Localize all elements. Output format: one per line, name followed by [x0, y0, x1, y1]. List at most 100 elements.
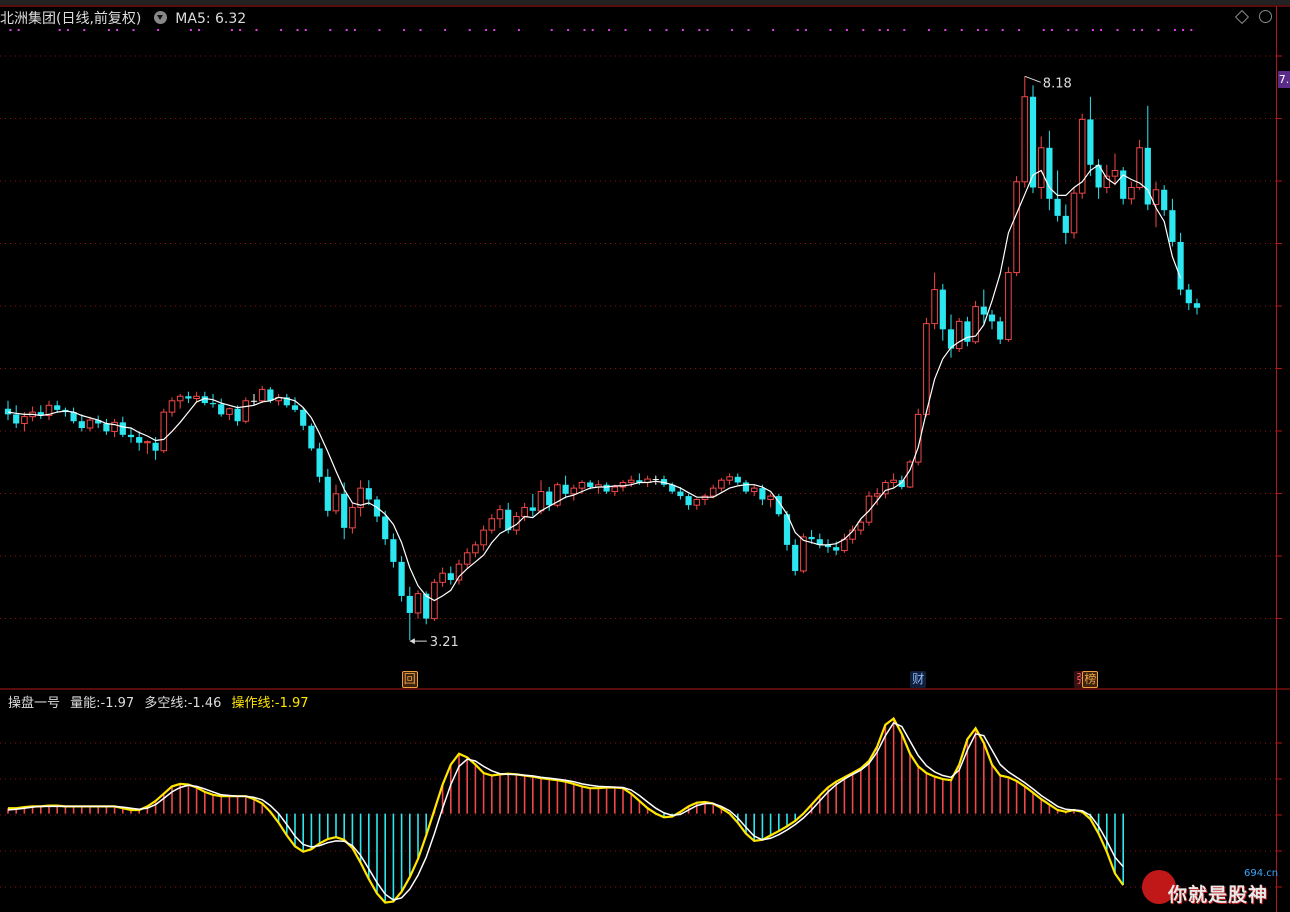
- candle-body: [13, 414, 20, 424]
- candle-body: [300, 409, 307, 426]
- event-dot: [9, 29, 12, 31]
- event-dot: [444, 29, 447, 31]
- indicator-panel[interactable]: [7, 716, 1125, 904]
- candle: [316, 442, 323, 483]
- event-dot: [157, 29, 160, 31]
- ma-settings-button[interactable]: [153, 11, 167, 24]
- candle-body: [136, 437, 143, 443]
- candle-body: [242, 400, 250, 422]
- candle-body: [1087, 119, 1094, 165]
- candle-body: [160, 411, 168, 452]
- candle: [382, 510, 389, 545]
- event-dot: [1042, 29, 1045, 31]
- event-dot: [1100, 29, 1103, 31]
- event-dot: [17, 29, 20, 31]
- event-dot: [591, 29, 594, 31]
- candle: [644, 475, 651, 488]
- candle-body: [406, 595, 413, 613]
- candle-body: [562, 484, 569, 494]
- candle-body: [103, 423, 110, 432]
- candle-body: [923, 323, 930, 415]
- event-dot: [862, 29, 865, 31]
- candle: [168, 397, 176, 417]
- candle: [4, 400, 12, 421]
- event-dot: [1091, 29, 1094, 31]
- candle-body: [1070, 192, 1078, 234]
- candle-body: [997, 321, 1004, 340]
- candle-body: [111, 421, 118, 432]
- candle-body: [578, 481, 586, 489]
- candle: [988, 310, 996, 330]
- candle: [1005, 266, 1012, 342]
- circle-icon[interactable]: [1259, 10, 1272, 23]
- candle-body: [759, 488, 766, 500]
- candle-body: [677, 491, 684, 497]
- candle-body: [176, 395, 184, 402]
- candle-body: [611, 486, 619, 493]
- candle: [103, 418, 110, 435]
- candle: [62, 407, 69, 417]
- candle-body: [267, 389, 274, 401]
- candle-body: [833, 547, 840, 551]
- candle: [964, 316, 971, 347]
- event-tag[interactable]: 财: [910, 671, 927, 688]
- candle: [1111, 153, 1119, 186]
- event-dot: [665, 29, 668, 31]
- event-dot: [1067, 29, 1070, 31]
- event-dot: [706, 29, 709, 31]
- event-dots-row: [9, 29, 1193, 31]
- candle: [144, 440, 151, 455]
- candle-body: [398, 561, 405, 596]
- candle: [685, 493, 692, 510]
- event-tag[interactable]: 榜: [1082, 671, 1099, 688]
- event-dot: [960, 29, 963, 31]
- candle-body: [1161, 189, 1168, 211]
- candle: [1169, 198, 1176, 247]
- chart-stage: 8.18 3.21: [0, 5, 1290, 912]
- event-tag[interactable]: 回: [401, 671, 418, 688]
- candle: [218, 398, 225, 417]
- candle: [234, 405, 241, 426]
- watermark: 694.cn 你就是股神: [1142, 864, 1290, 912]
- candle-body: [603, 484, 610, 492]
- candle: [1029, 85, 1037, 194]
- candle-body: [750, 487, 758, 493]
- event-dot: [1173, 29, 1176, 31]
- candle: [332, 484, 340, 515]
- event-dot: [1001, 29, 1004, 31]
- candle-body: [1046, 147, 1053, 199]
- event-dot: [66, 29, 69, 31]
- candle: [324, 468, 331, 517]
- candle: [734, 473, 741, 485]
- candle: [275, 393, 282, 406]
- event-dot: [1050, 29, 1053, 31]
- event-dot: [903, 29, 906, 31]
- candle: [1193, 298, 1201, 315]
- event-dot: [1182, 29, 1185, 31]
- candle: [111, 418, 118, 438]
- candle-body: [218, 404, 225, 415]
- candle-body: [439, 572, 446, 583]
- stock-title[interactable]: 北洲集团(日线,前复权): [0, 11, 141, 27]
- candle-body: [414, 593, 422, 614]
- indicator-name[interactable]: 操盘一号: [8, 696, 60, 711]
- candle: [414, 590, 422, 619]
- candle-body: [537, 491, 545, 512]
- event-dot: [378, 29, 381, 31]
- candle: [1070, 187, 1078, 239]
- candle: [726, 473, 733, 485]
- candle-body: [291, 405, 299, 410]
- candle: [816, 533, 823, 549]
- event-dot: [230, 29, 233, 31]
- candle: [1013, 176, 1020, 276]
- candle: [1128, 181, 1135, 205]
- price-badge-text: 7.: [1278, 73, 1290, 86]
- candle: [127, 428, 135, 443]
- operation-line-value: -1.97: [274, 696, 309, 711]
- candle: [660, 475, 668, 488]
- event-dot: [804, 29, 807, 31]
- candle-body: [890, 479, 897, 483]
- candle: [242, 397, 250, 424]
- event-dot: [116, 29, 119, 31]
- candle-body: [1021, 96, 1029, 183]
